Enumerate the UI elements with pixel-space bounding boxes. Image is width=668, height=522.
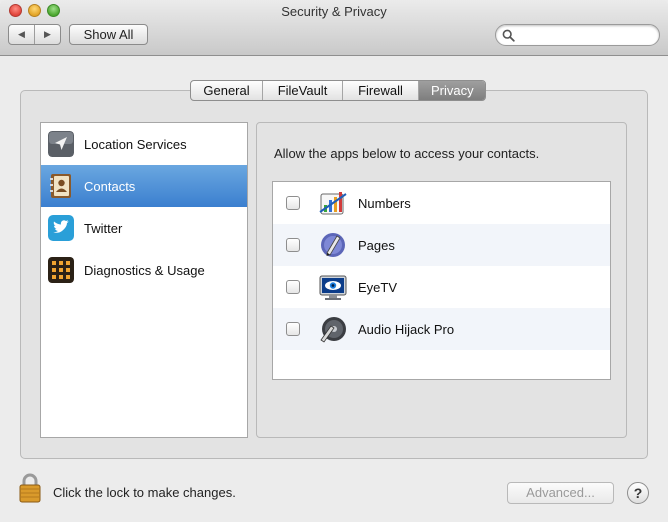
location-arrow-icon <box>48 131 74 157</box>
diagnostics-grid-icon <box>48 257 74 283</box>
back-forward-control: ◀ ▶ <box>8 24 61 45</box>
sidebar-item-twitter[interactable]: Twitter <box>41 207 247 249</box>
tab-filevault[interactable]: FileVault <box>262 81 342 100</box>
tab-general[interactable]: General <box>191 81 262 100</box>
show-all-button[interactable]: Show All <box>69 24 148 45</box>
list-item-eyetv: EyeTV <box>273 266 610 308</box>
app-label: Audio Hijack Pro <box>358 321 455 337</box>
list-item-pages: Pages <box>273 224 610 266</box>
list-item-numbers: Numbers <box>273 182 610 224</box>
numbers-checkbox[interactable] <box>286 196 300 210</box>
tab-firewall[interactable]: Firewall <box>342 81 418 100</box>
eyetv-app-icon <box>319 275 347 300</box>
tab-bar: General FileVault Firewall Privacy <box>190 80 486 101</box>
audio-hijack-app-icon <box>320 317 346 343</box>
app-label: Pages <box>358 237 395 253</box>
sidebar-item-location-services[interactable]: Location Services <box>41 123 247 165</box>
list-item-audio-hijack-pro: Audio Hijack Pro <box>273 308 610 350</box>
search-input[interactable] <box>518 27 653 43</box>
window-title: Security & Privacy <box>281 4 387 19</box>
sidebar-item-label: Location Services <box>84 136 187 152</box>
pages-checkbox[interactable] <box>286 238 300 252</box>
sidebar-item-label: Diagnostics & Usage <box>84 262 205 278</box>
twitter-bird-icon <box>48 215 74 241</box>
sidebar-item-contacts[interactable]: Contacts <box>41 165 247 207</box>
back-button[interactable]: ◀ <box>9 25 34 44</box>
pages-app-icon <box>321 233 345 257</box>
audio-hijack-pro-checkbox[interactable] <box>286 322 300 336</box>
tab-privacy[interactable]: Privacy <box>418 81 485 100</box>
search-icon <box>502 29 515 42</box>
panel-description: Allow the apps below to access your cont… <box>274 146 540 161</box>
app-access-list: Numbers Pages EyeTV Audio Hijack Pro <box>272 181 611 380</box>
help-button[interactable]: ? <box>627 482 649 504</box>
sidebar-item-label: Twitter <box>84 220 123 236</box>
forward-arrow-icon: ▶ <box>44 29 51 39</box>
lock-instruction: Click the lock to make changes. <box>53 485 236 500</box>
sidebar-item-diagnostics-usage[interactable]: Diagnostics & Usage <box>41 249 247 291</box>
numbers-app-icon <box>319 192 347 215</box>
lock-icon[interactable] <box>18 472 42 504</box>
advanced-button[interactable]: Advanced... <box>507 482 614 504</box>
sidebar-item-label: Contacts <box>84 178 136 194</box>
privacy-category-list: Location Services Contacts Twitter Diagn… <box>40 122 248 438</box>
search-field[interactable] <box>495 24 660 46</box>
app-label: EyeTV <box>358 279 398 295</box>
app-label: Numbers <box>358 195 411 211</box>
forward-button[interactable]: ▶ <box>34 25 60 44</box>
contacts-book-icon <box>50 174 71 198</box>
back-arrow-icon: ◀ <box>18 29 25 39</box>
title-bar: Security & Privacy ◀ ▶ Show All <box>0 0 668 56</box>
eyetv-checkbox[interactable] <box>286 280 300 294</box>
